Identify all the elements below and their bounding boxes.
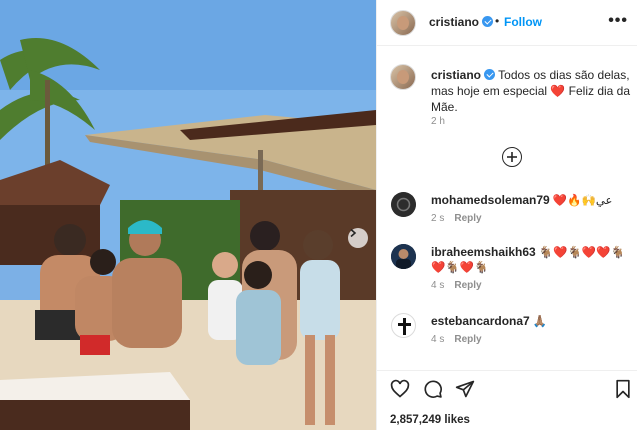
- heart-icon[interactable]: [390, 379, 410, 399]
- photo-illustration: [0, 0, 376, 430]
- cross-avatar-icon: [398, 318, 411, 335]
- separator-dot: •: [495, 14, 500, 28]
- caption-author-username[interactable]: cristiano: [431, 68, 496, 82]
- caption-author-avatar[interactable]: [390, 64, 416, 90]
- caption-text-block: cristiano Todos os dias são delas, mas h…: [431, 67, 631, 115]
- post-header: cristiano • Follow •••: [377, 0, 637, 46]
- post-action-bar: 2,857,249 likes: [377, 370, 637, 430]
- share-icon[interactable]: [455, 379, 475, 399]
- verified-badge-icon: [484, 69, 496, 80]
- commenter-username[interactable]: estebancardona7: [431, 314, 530, 328]
- comment-text: estebancardona7 🙏🏽: [431, 314, 636, 330]
- verified-badge-icon: [482, 16, 494, 27]
- commenter-username[interactable]: mohamedsoleman79: [431, 193, 550, 207]
- load-more-comments-button[interactable]: [502, 147, 522, 167]
- author-name-text: cristiano: [429, 15, 480, 29]
- bookmark-icon[interactable]: [614, 379, 632, 399]
- more-options-icon[interactable]: •••: [608, 12, 628, 30]
- like-count[interactable]: 2,857,249 likes: [390, 414, 470, 426]
- comment-timestamp: 4 s: [431, 280, 445, 291]
- comment-meta: 4 s Reply: [431, 280, 482, 291]
- reply-button[interactable]: Reply: [454, 280, 481, 291]
- comment-text: mohamedsoleman79 ❤️🔥🙌عي: [431, 193, 636, 209]
- post-sidebar: cristiano • Follow ••• cristiano Todos o…: [376, 0, 637, 430]
- reply-button[interactable]: Reply: [454, 334, 481, 345]
- plus-circle-icon: [507, 152, 517, 162]
- comment-icon[interactable]: [423, 379, 443, 399]
- chevron-right-icon: [350, 228, 357, 238]
- author-avatar[interactable]: [390, 10, 416, 36]
- commenter-username[interactable]: ibraheemshaikh63: [431, 245, 536, 259]
- caption-author-name: cristiano: [431, 68, 482, 82]
- comment-meta: 4 s Reply: [431, 334, 482, 345]
- caption-timestamp: 2 h: [431, 116, 445, 127]
- reply-button[interactable]: Reply: [454, 213, 481, 224]
- commenter-avatar[interactable]: [391, 192, 416, 217]
- avatar-placeholder-icon: [391, 192, 416, 217]
- carousel-next-button[interactable]: [348, 228, 368, 248]
- commenter-avatar[interactable]: [391, 313, 416, 338]
- comment-timestamp: 4 s: [431, 334, 445, 345]
- comment-timestamp: 2 s: [431, 213, 445, 224]
- follow-button[interactable]: Follow: [504, 15, 542, 29]
- comment-body: 🙏🏽: [532, 316, 548, 328]
- comment-text: ibraheemshaikh63 🐐❤️🐐❤️❤️🐐❤️🐐❤️🐐: [431, 245, 636, 276]
- commenter-avatar[interactable]: [391, 244, 416, 269]
- post-photo: [0, 0, 376, 430]
- avatar-photo-icon: [391, 244, 416, 269]
- comment-meta: 2 s Reply: [431, 213, 482, 224]
- author-username[interactable]: cristiano: [429, 15, 494, 29]
- comment-body: ❤️🔥🙌عي: [552, 195, 613, 207]
